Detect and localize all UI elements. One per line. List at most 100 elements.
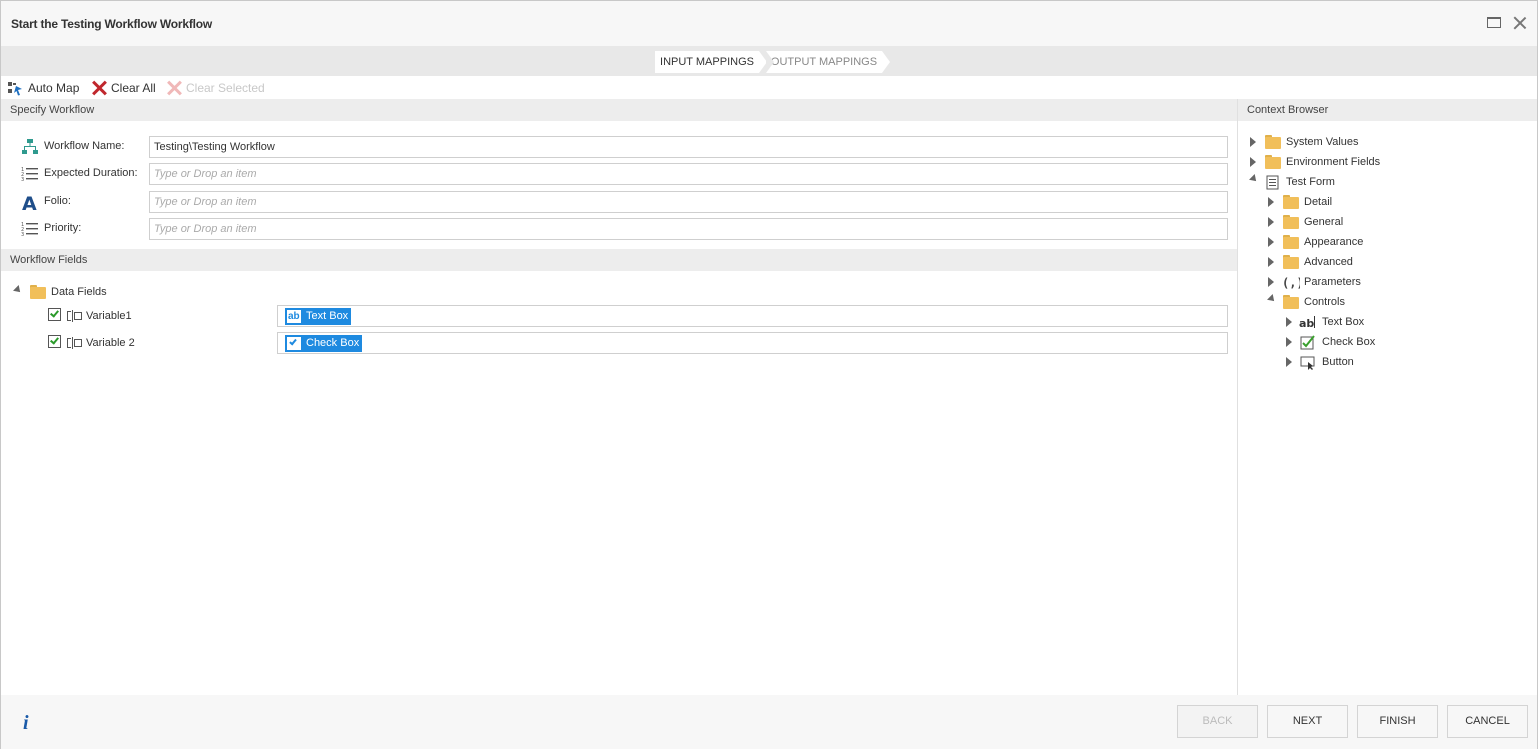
folder-icon xyxy=(1265,135,1281,149)
workflow-wizard-dialog: Start the Testing Workflow Workflow INPU… xyxy=(0,0,1538,749)
priority-label: Priority: xyxy=(44,222,82,234)
parameters-icon: (,) xyxy=(1282,276,1300,289)
folio-row: A Folio: xyxy=(1,190,1237,214)
clear-all-label: Clear All xyxy=(111,81,156,95)
auto-map-button[interactable]: Auto Map xyxy=(8,79,82,97)
cb-item-label: Appearance xyxy=(1304,236,1364,248)
expected-duration-field[interactable] xyxy=(149,163,1228,185)
dialog-footer: i BACK NEXT FINISH CANCEL xyxy=(1,695,1537,749)
folder-icon xyxy=(1283,235,1299,249)
expand-toggle[interactable] xyxy=(1286,337,1292,347)
cb-item-appearance[interactable]: Appearance xyxy=(1268,233,1468,251)
cb-item-label: Environment Fields xyxy=(1286,156,1381,168)
expand-toggle[interactable] xyxy=(1268,197,1274,207)
workflow-fields-header: Workflow Fields xyxy=(1,249,1237,271)
svg-text:(,): (,) xyxy=(1282,276,1300,289)
cb-item-system-values[interactable]: System Values xyxy=(1250,133,1450,151)
folder-icon xyxy=(1283,295,1299,309)
cb-item-label: General xyxy=(1304,216,1344,228)
cb-item-label: Advanced xyxy=(1304,256,1353,268)
svg-text:3: 3 xyxy=(21,177,24,183)
folder-icon xyxy=(1283,215,1299,229)
auto-map-icon xyxy=(8,82,22,96)
back-button[interactable]: BACK xyxy=(1177,705,1258,738)
collapse-toggle[interactable] xyxy=(1249,174,1259,184)
next-button[interactable]: NEXT xyxy=(1267,705,1348,738)
svg-text:ab: ab xyxy=(1299,317,1314,329)
cb-item-label: Test Form xyxy=(1286,176,1335,188)
collapse-toggle[interactable] xyxy=(1267,294,1277,304)
expected-duration-label: Expected Duration: xyxy=(44,167,138,179)
mapped-checkbox-token[interactable]: Check Box xyxy=(285,335,363,352)
folio-field[interactable] xyxy=(149,191,1228,213)
numbered-list-icon: 1 2 3 xyxy=(21,222,38,238)
folder-icon xyxy=(30,285,46,299)
cb-item-button[interactable]: Button xyxy=(1286,353,1486,371)
step-input-mappings[interactable]: INPUT MAPPINGS xyxy=(655,51,759,73)
dialog-title: Start the Testing Workflow Workflow xyxy=(11,17,213,31)
close-button[interactable] xyxy=(1510,13,1530,33)
expand-toggle[interactable] xyxy=(1250,157,1256,167)
form-icon xyxy=(1266,175,1279,190)
title-bar: Start the Testing Workflow Workflow xyxy=(1,1,1537,46)
expand-data-fields-toggle[interactable] xyxy=(13,285,23,295)
priority-field[interactable] xyxy=(149,218,1228,240)
expand-toggle[interactable] xyxy=(1268,217,1274,227)
expand-toggle[interactable] xyxy=(1286,357,1292,367)
step-output-mappings[interactable]: OUTPUT MAPPINGS xyxy=(766,51,882,73)
workflow-icon xyxy=(22,139,38,154)
textbox-icon: ab xyxy=(1299,316,1315,329)
textbox-icon: ab xyxy=(287,310,301,323)
workflow-name-field[interactable] xyxy=(149,136,1228,158)
cb-item-advanced[interactable]: Advanced xyxy=(1268,253,1468,271)
variable2-mapping-field[interactable]: Check Box xyxy=(277,332,1228,354)
variable1-mapping-field[interactable]: ab Text Box xyxy=(277,305,1228,327)
mapping-toolbar: Auto Map Clear All Clear Selected xyxy=(1,76,1237,98)
clear-selected-button[interactable]: Clear Selected xyxy=(166,79,265,97)
info-icon[interactable]: i xyxy=(23,712,29,735)
data-fields-label: Data Fields xyxy=(51,286,107,298)
maximize-icon xyxy=(1487,17,1501,28)
checkmark-icon xyxy=(50,308,59,318)
cb-item-label: Detail xyxy=(1304,196,1333,208)
folder-icon xyxy=(1283,255,1299,269)
variable-icon xyxy=(67,310,83,322)
variable2-checkbox[interactable] xyxy=(48,335,61,348)
checkbox-icon xyxy=(287,337,301,350)
cb-item-detail[interactable]: Detail xyxy=(1268,193,1468,211)
finish-button[interactable]: FINISH xyxy=(1357,705,1438,738)
expand-toggle[interactable] xyxy=(1268,237,1274,247)
expected-duration-row: 1 2 3 Expected Duration: xyxy=(1,162,1237,186)
cb-item-text-box[interactable]: ab Text Box xyxy=(1286,313,1486,331)
cb-item-label: Check Box xyxy=(1322,336,1376,348)
cb-item-check-box[interactable]: Check Box xyxy=(1286,333,1486,351)
expand-toggle[interactable] xyxy=(1268,257,1274,267)
panel-divider[interactable] xyxy=(1237,99,1238,695)
context-browser-header: Context Browser xyxy=(1238,99,1537,121)
expand-toggle[interactable] xyxy=(1250,137,1256,147)
cancel-button[interactable]: CANCEL xyxy=(1447,705,1528,738)
cb-item-controls[interactable]: Controls xyxy=(1267,293,1468,311)
folder-icon xyxy=(1283,195,1299,209)
cb-item-label: System Values xyxy=(1286,136,1359,148)
cb-item-general[interactable]: General xyxy=(1268,213,1468,231)
cb-item-parameters[interactable]: (,) Parameters xyxy=(1268,273,1468,291)
variable1-checkbox[interactable] xyxy=(48,308,61,321)
clear-selected-label: Clear Selected xyxy=(186,81,265,95)
wizard-steps: INPUT MAPPINGS OUTPUT MAPPINGS xyxy=(1,46,1537,76)
expand-toggle[interactable] xyxy=(1268,277,1274,287)
expand-toggle[interactable] xyxy=(1286,317,1292,327)
workflow-name-label: Workflow Name: xyxy=(44,140,125,152)
token-label: Text Box xyxy=(306,310,349,322)
maximize-button[interactable] xyxy=(1484,13,1504,33)
clear-all-icon xyxy=(91,80,107,96)
clear-all-button[interactable]: Clear All xyxy=(91,79,157,97)
priority-row: 1 2 3 Priority: xyxy=(1,217,1237,241)
svg-text:3: 3 xyxy=(21,232,24,238)
cb-item-test-form[interactable]: Test Form xyxy=(1249,173,1450,191)
mapped-textbox-token[interactable]: ab Text Box xyxy=(285,308,352,325)
cb-item-environment-fields[interactable]: Environment Fields xyxy=(1250,153,1450,171)
cb-item-label: Controls xyxy=(1304,296,1345,308)
folder-icon xyxy=(1265,155,1281,169)
variable1-label: Variable1 xyxy=(86,310,132,322)
